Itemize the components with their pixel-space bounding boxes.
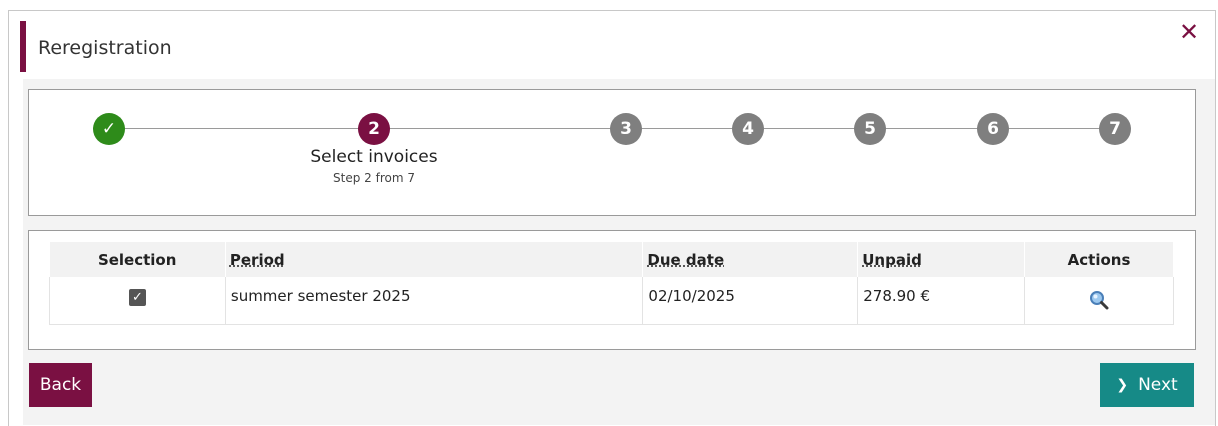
close-icon[interactable]: ✕ — [1179, 20, 1199, 44]
next-button[interactable]: ❯ Next — [1100, 363, 1194, 407]
actions-cell — [1024, 277, 1174, 325]
back-button[interactable]: Back — [29, 363, 92, 407]
due-date-cell: 02/10/2025 — [642, 277, 859, 325]
step-5-indicator: 5 — [854, 113, 886, 145]
step-6-indicator: 6 — [977, 113, 1009, 145]
step-connector — [642, 128, 732, 129]
header-due-date-label[interactable]: Due date — [647, 251, 724, 269]
magnifier-icon[interactable] — [1089, 290, 1109, 314]
header-unpaid[interactable]: Unpaid — [857, 242, 1026, 277]
reregistration-dialog: Reregistration ✕ ✓ 2 3 4 5 6 7 Select in… — [8, 10, 1216, 426]
current-step-subtitle: Step 2 from 7 — [333, 171, 415, 185]
invoices-panel: Selection Period Due date Unpaid Actions… — [28, 230, 1196, 350]
title-accent-bar — [20, 21, 26, 72]
step-7-indicator: 7 — [1099, 113, 1131, 145]
header-unpaid-label[interactable]: Unpaid — [862, 251, 922, 269]
invoice-checkbox[interactable]: ✓ — [128, 289, 146, 306]
table-row: ✓ summer semester 2025 02/10/2025 278.90… — [49, 277, 1174, 325]
header-selection: Selection — [49, 242, 226, 277]
table-header-row: Selection Period Due date Unpaid Actions — [49, 242, 1174, 277]
step-connector — [390, 128, 610, 129]
chevron-right-icon: ❯ — [1116, 377, 1129, 393]
step-1-check-icon: ✓ — [93, 113, 125, 145]
step-2-indicator: 2 — [358, 113, 390, 145]
period-cell: summer semester 2025 — [225, 277, 644, 325]
step-connector — [125, 128, 358, 129]
header-actions: Actions — [1024, 242, 1174, 277]
unpaid-cell: 278.90 € — [857, 277, 1026, 325]
next-button-label: Next — [1138, 375, 1178, 395]
invoices-table: Selection Period Due date Unpaid Actions… — [49, 242, 1174, 325]
progress-stepper: ✓ 2 3 4 5 6 7 Select invoices Step 2 fro… — [28, 89, 1196, 216]
step-connector — [1009, 128, 1099, 129]
header-period[interactable]: Period — [225, 242, 644, 277]
selection-cell: ✓ — [49, 277, 226, 325]
current-step-title: Select invoices — [310, 147, 438, 167]
step-4-indicator: 4 — [732, 113, 764, 145]
step-3-indicator: 3 — [610, 113, 642, 145]
step-connector — [764, 128, 854, 129]
dialog-title: Reregistration — [38, 37, 172, 59]
step-connector — [886, 128, 977, 129]
header-due-date[interactable]: Due date — [642, 242, 859, 277]
header-period-label[interactable]: Period — [230, 251, 285, 269]
